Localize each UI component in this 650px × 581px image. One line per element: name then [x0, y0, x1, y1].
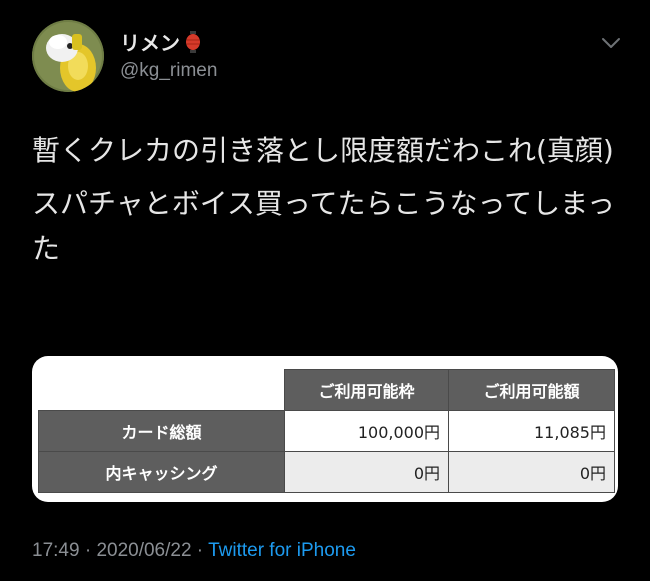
author-display-name[interactable]: リメン	[120, 27, 200, 56]
avatar-image	[32, 20, 104, 92]
attached-image[interactable]: ご利用可能枠 ご利用可能額 カード総額 100,000円 11,085円 内キャ…	[32, 356, 618, 502]
source-link[interactable]: Twitter for iPhone	[208, 540, 356, 561]
avatar[interactable]	[32, 20, 104, 92]
red-lantern-icon	[186, 30, 200, 53]
tweet-meta: 17:49 · 2020/06/22 · Twitter for iPhone	[32, 540, 356, 562]
table-cell: 11,085円	[448, 410, 615, 452]
tweet-paragraph: 暫くクレカの引き落とし限度額だわこれ(真顔)	[32, 134, 614, 167]
table-corner-cell	[38, 369, 285, 411]
tweet-text: 暫くクレカの引き落とし限度額だわこれ(真顔) スパチャとボイス買ってたらこうなっ…	[32, 128, 622, 271]
chevron-down-icon	[602, 38, 620, 48]
tweet-time[interactable]: 17:49	[32, 540, 80, 561]
author-handle[interactable]: @kg_rimen	[120, 60, 217, 82]
tweet-paragraph: スパチャとボイス買ってたらこうなってしまった	[32, 187, 615, 265]
tweet-date[interactable]: 2020/06/22	[96, 540, 191, 561]
more-options-button[interactable]	[598, 30, 624, 56]
meta-separator: ·	[79, 540, 97, 561]
table-cell: 0円	[284, 451, 449, 493]
meta-separator: ·	[191, 540, 209, 561]
table-column-header: ご利用可能額	[448, 369, 615, 411]
table-row-header: カード総額	[38, 410, 285, 452]
table-column-header: ご利用可能枠	[284, 369, 449, 411]
table-row-header: 内キャッシング	[38, 451, 285, 493]
credit-limit-table: ご利用可能枠 ご利用可能額 カード総額 100,000円 11,085円 内キャ…	[38, 369, 615, 493]
table-row: カード総額 100,000円 11,085円	[38, 410, 615, 452]
table-cell: 100,000円	[284, 410, 449, 452]
table-row: 内キャッシング 0円 0円	[38, 451, 615, 493]
table-cell: 0円	[448, 451, 615, 493]
display-name-text: リメン	[120, 31, 180, 55]
